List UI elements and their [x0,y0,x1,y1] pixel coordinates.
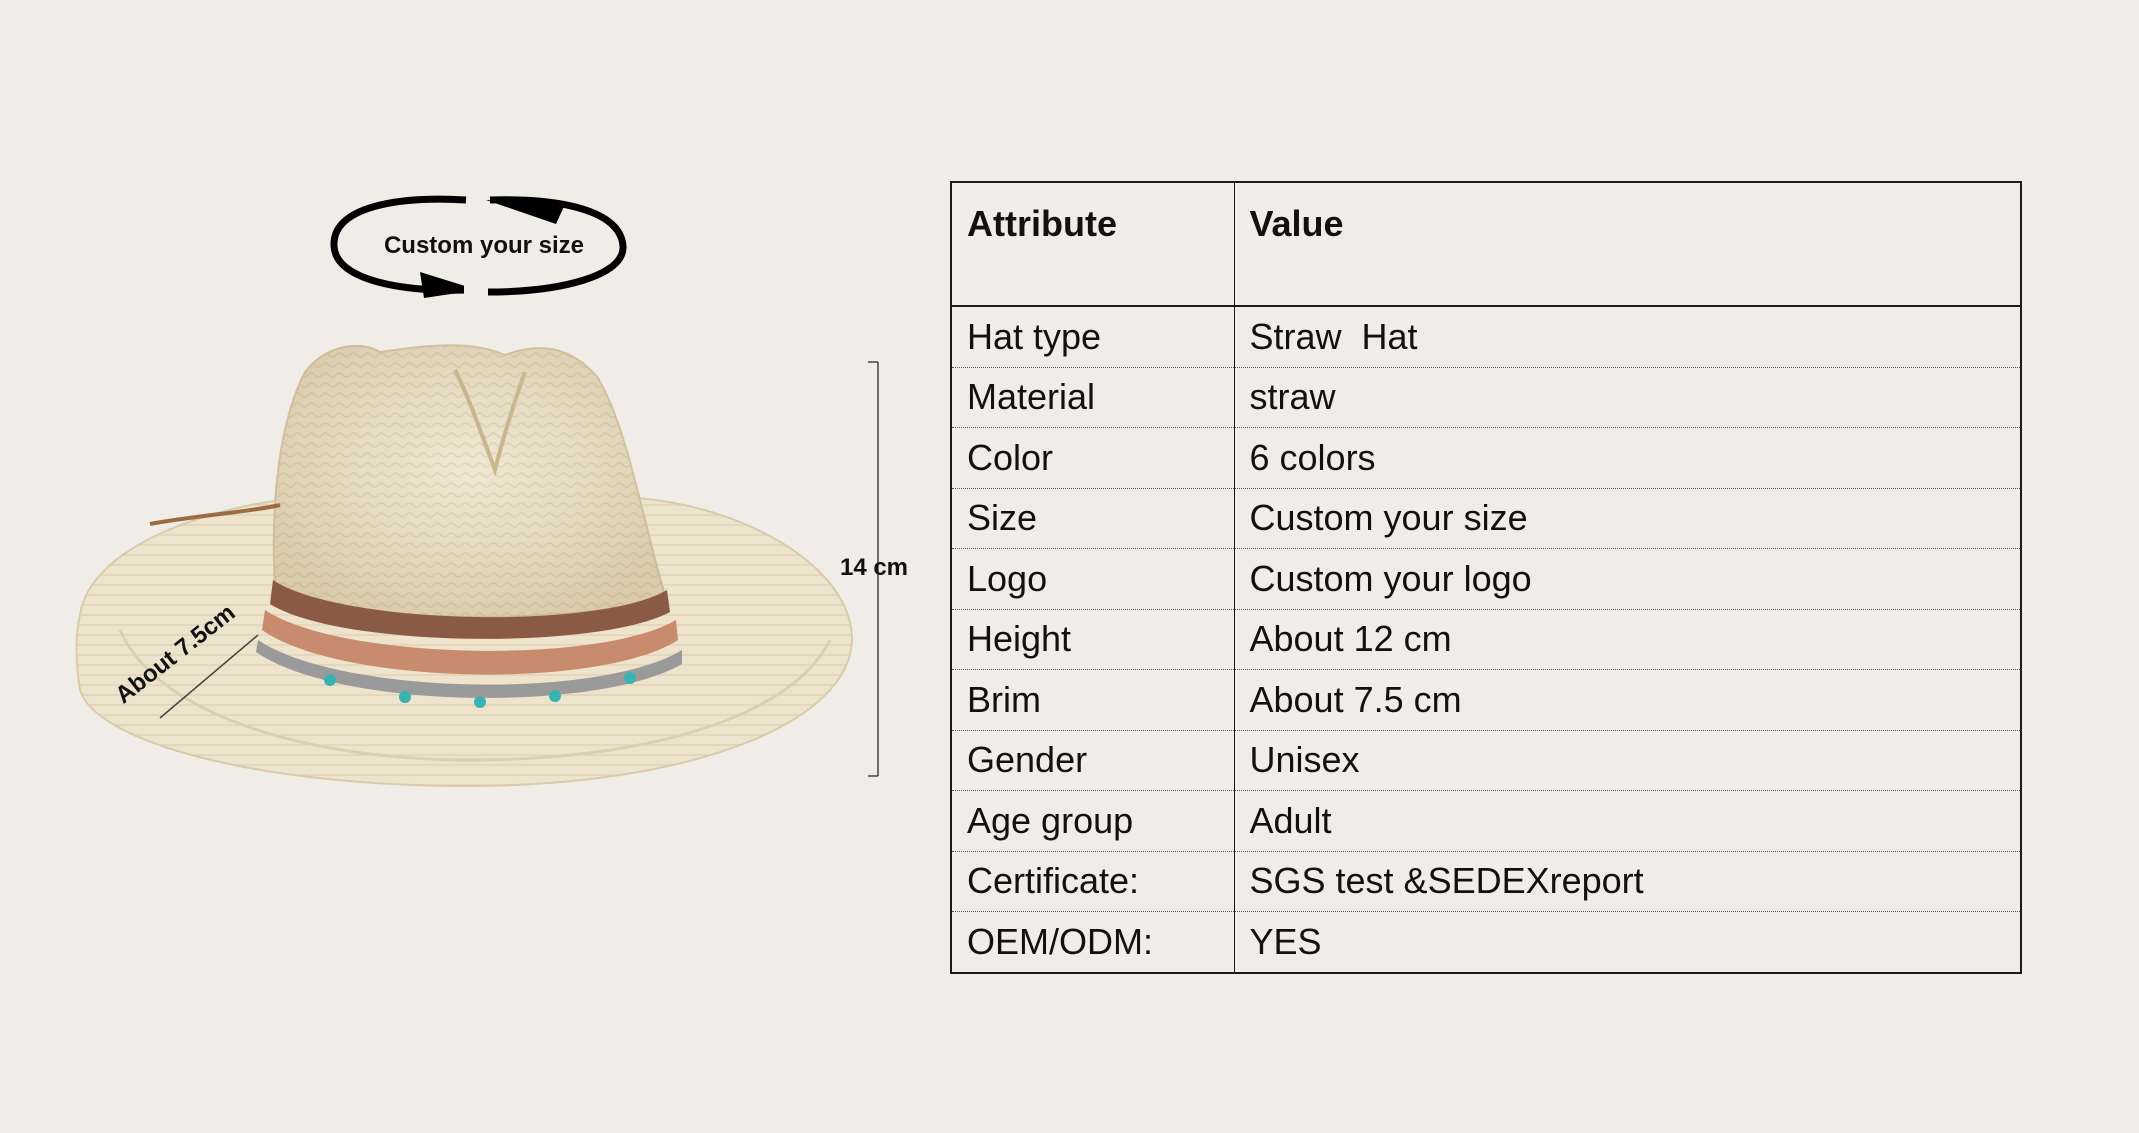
table-row: Color 6 colors [951,427,2021,488]
table-header-row: Attribute Value [951,182,2021,307]
table-row: Age group Adult [951,790,2021,851]
value-cell: SGS test &SEDEXreport [1233,850,2021,912]
value-cell: Unisex [1233,729,2021,791]
attribute-cell: Certificate: [951,850,1234,912]
hat-illustration: Custom your size 14 cm About 7.5cm [75,190,908,788]
table-row: Gender Unisex [951,729,2021,791]
custom-size-label: Custom your size [384,232,584,259]
table-row: Certificate: SGS test &SEDEXreport [951,850,2021,912]
value-cell: Custom your logo [1233,548,2021,609]
attribute-cell: Gender [951,729,1234,791]
value-cell: About 7.5 cm [1233,669,2021,730]
arrow-head-icon [486,200,566,224]
attribute-cell: OEM/ODM: [951,911,1234,973]
header-attribute: Attribute [951,182,1234,307]
value-cell: straw [1233,366,2021,428]
value-cell: Custom your size [1233,487,2021,549]
value-cell: Adult [1233,790,2021,851]
attribute-cell: Color [951,427,1234,488]
attribute-cell: Age group [951,790,1234,851]
attribute-cell: Brim [951,669,1234,730]
attribute-cell: Logo [951,548,1234,609]
value-cell: 6 colors [1233,427,2021,488]
table-row: Size Custom your size [951,487,2021,549]
height-label: 14 cm [840,554,908,581]
table-row: Brim About 7.5 cm [951,669,2021,730]
value-cell: About 12 cm [1233,608,2021,670]
table-row: OEM/ODM: YES [951,911,2021,973]
attribute-cell: Material [951,366,1234,428]
table-row: Height About 12 cm [951,608,2021,670]
value-cell: YES [1233,911,2021,973]
table-row: Material straw [951,366,2021,428]
hat-crown [272,344,667,618]
table-row: Logo Custom your logo [951,548,2021,609]
value-cell: Straw Hat [1233,306,2021,367]
header-value: Value [1233,182,2021,307]
attribute-cell: Height [951,608,1234,670]
attribute-cell: Size [951,487,1234,549]
table-row: Hat type Straw Hat [951,306,2021,367]
spec-table: Attribute Value Hat type Straw Hat Materi… [950,181,2022,974]
attribute-cell: Hat type [967,315,1102,357]
